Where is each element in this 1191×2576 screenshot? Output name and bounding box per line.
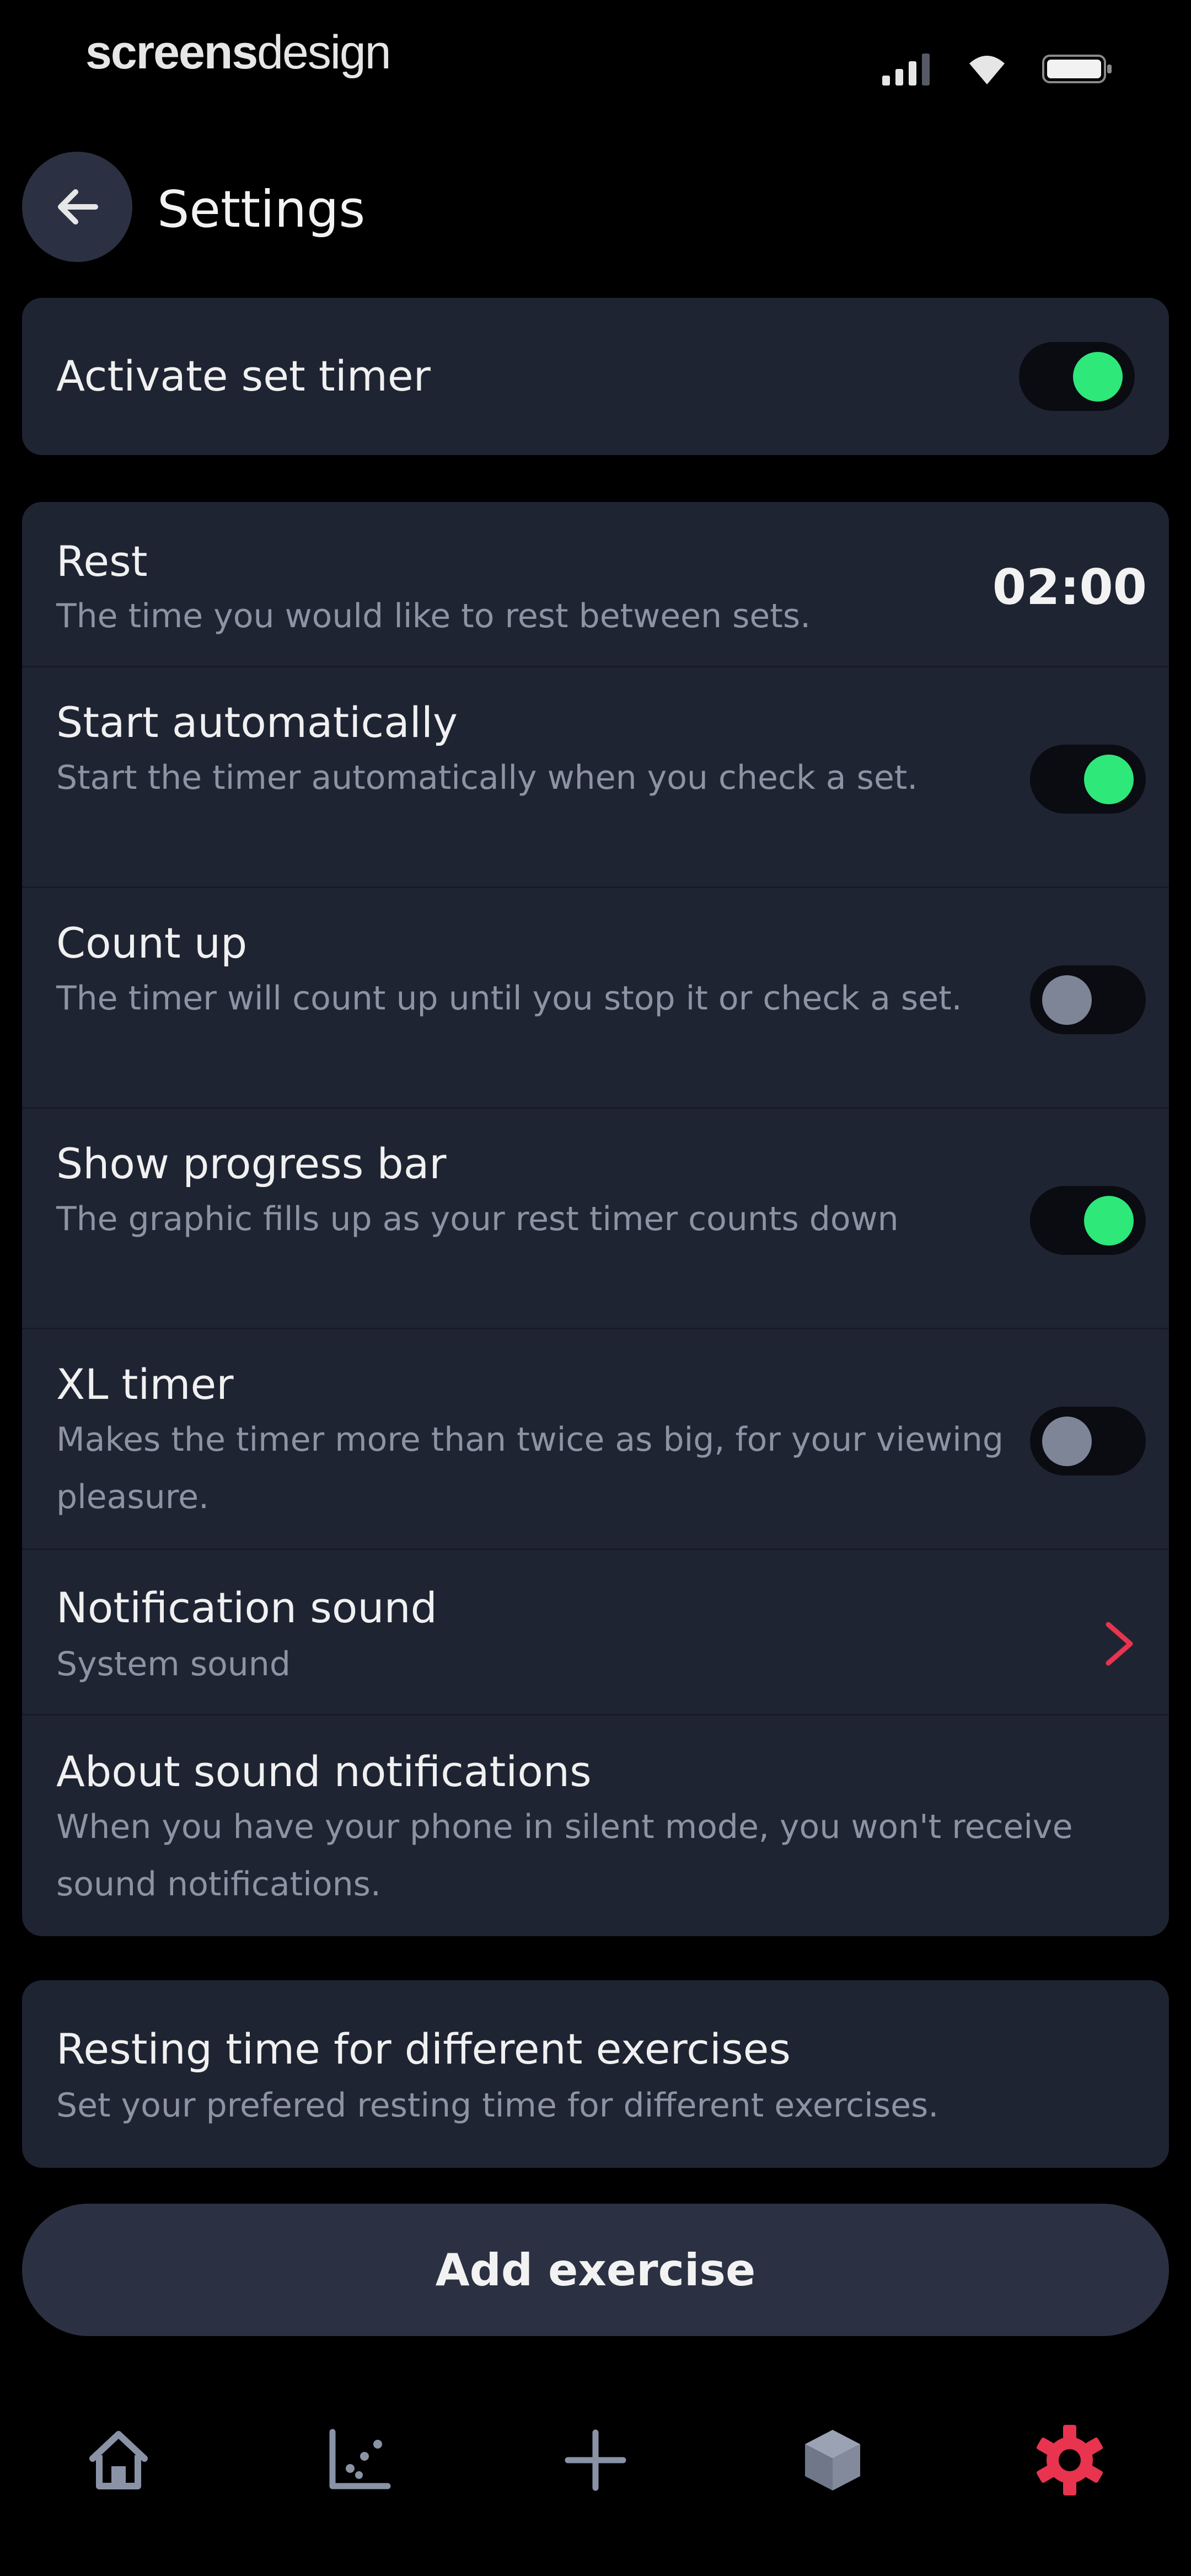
start-automatically-title: Start automatically: [56, 698, 458, 747]
rest-value[interactable]: 02:00: [993, 557, 1147, 618]
cube-icon: [805, 2430, 860, 2491]
show-progress-bar-toggle[interactable]: [1030, 1186, 1146, 1255]
start-automatically-row[interactable]: Start automatically Start the timer auto…: [22, 667, 1169, 888]
plus-icon: [565, 2429, 626, 2491]
battery-icon: [1042, 55, 1112, 83]
arrow-left-icon: [58, 189, 98, 225]
resting-time-subtitle: Set your prefered resting time for diffe…: [56, 2086, 939, 2125]
start-automatically-toggle[interactable]: [1030, 745, 1146, 814]
show-progress-bar-title: Show progress bar: [56, 1139, 447, 1188]
toggle-knob: [1073, 352, 1123, 402]
xl-timer-title: XL timer: [56, 1360, 234, 1409]
rest-title: Rest: [56, 537, 148, 586]
start-automatically-subtitle: Start the timer automatically when you c…: [56, 758, 918, 797]
show-progress-bar-row[interactable]: Show progress bar The graphic fills up a…: [22, 1109, 1169, 1329]
rest-subtitle: The time you would like to rest between …: [56, 597, 811, 635]
about-sound-title: About sound notifications: [56, 1747, 592, 1796]
xl-timer-subtitle: Makes the timer more than twice as big, …: [56, 1420, 1004, 1516]
notification-sound-subtitle: System sound: [56, 1645, 291, 1684]
count-up-row[interactable]: Count up The timer will count up until y…: [22, 888, 1169, 1109]
notification-sound-row[interactable]: Notification sound System sound: [22, 1550, 1169, 1715]
add-exercise-button[interactable]: Add exercise: [22, 2204, 1169, 2336]
toggle-knob: [1084, 1196, 1134, 1246]
xl-timer-toggle[interactable]: [1030, 1407, 1146, 1476]
status-bar: screensdesign: [0, 0, 1191, 121]
show-progress-bar-subtitle: The graphic fills up as your rest timer …: [56, 1200, 899, 1238]
activate-timer-toggle[interactable]: [1019, 342, 1135, 411]
bottom-nav: [0, 2372, 1191, 2576]
wifi-icon: [969, 56, 1005, 84]
resting-time-title: Resting time for different exercises: [56, 2024, 791, 2073]
timer-settings-card: Rest The time you would like to rest bet…: [22, 502, 1169, 1936]
count-up-toggle[interactable]: [1030, 965, 1146, 1034]
toggle-knob: [1042, 975, 1092, 1025]
activate-timer-row[interactable]: Activate set timer: [22, 298, 1169, 455]
notification-sound-title: Notification sound: [56, 1583, 437, 1632]
activate-timer-label: Activate set timer: [56, 351, 431, 400]
count-up-subtitle: The timer will count up until you stop i…: [56, 979, 962, 1018]
signal-icon: [882, 54, 930, 85]
brand-bold: screens: [85, 26, 258, 79]
brand-logo: screensdesign: [85, 22, 391, 83]
page-title: Settings: [157, 180, 366, 239]
toggle-knob: [1042, 1417, 1092, 1466]
about-sound-row: About sound notifications When you have …: [22, 1715, 1169, 1936]
nav-exercises[interactable]: [783, 2411, 882, 2510]
nav-add[interactable]: [546, 2411, 645, 2510]
rest-row[interactable]: Rest The time you would like to rest bet…: [22, 502, 1169, 667]
brand-light: design: [257, 26, 391, 79]
chevron-right-icon: [1106, 1622, 1133, 1666]
gear-icon: [1037, 2425, 1103, 2495]
nav-stats[interactable]: [309, 2411, 408, 2510]
nav-settings[interactable]: [1020, 2411, 1119, 2510]
chart-icon: [329, 2429, 391, 2489]
activate-timer-card: Activate set timer: [22, 298, 1169, 455]
status-icons: [882, 44, 1114, 94]
back-button[interactable]: [22, 152, 132, 262]
toggle-knob: [1084, 755, 1134, 804]
resting-time-card[interactable]: Resting time for different exercises Set…: [22, 1980, 1169, 2168]
about-sound-subtitle: When you have your phone in silent mode,…: [56, 1808, 1073, 1904]
nav-home[interactable]: [69, 2411, 168, 2510]
home-icon: [89, 2431, 148, 2489]
header: Settings: [22, 152, 1169, 265]
xl-timer-row[interactable]: XL timer Makes the timer more than twice…: [22, 1329, 1169, 1550]
count-up-title: Count up: [56, 918, 248, 968]
